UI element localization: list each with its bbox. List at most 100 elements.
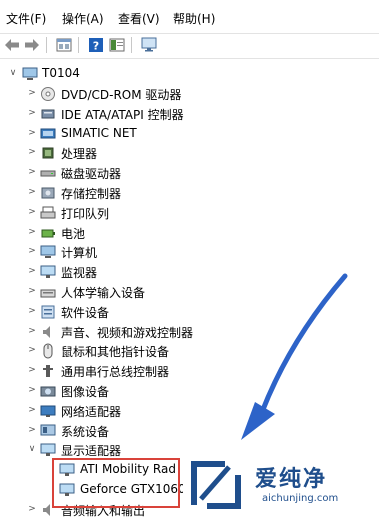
expand-chevron-icon[interactable]: >	[27, 246, 37, 256]
mouse-icon	[40, 343, 56, 359]
tree-item[interactable]: > 计算机	[0, 242, 379, 262]
display-adapter-icon	[40, 442, 56, 458]
system-device-icon	[40, 423, 56, 439]
tree-item-label: 系统设备	[61, 424, 110, 439]
expand-chevron-icon[interactable]: >	[27, 365, 37, 375]
software-device-icon	[40, 304, 56, 320]
ide-controller-icon	[40, 106, 56, 122]
tree-item-label: DVD/CD-ROM 驱动器	[61, 88, 182, 102]
expand-chevron-icon[interactable]: >	[27, 326, 37, 336]
tree-item-label: 电池	[61, 226, 86, 241]
tree-item[interactable]: > 存储控制器	[0, 183, 379, 203]
toolbar: ?	[0, 34, 379, 58]
tree-item-label: 存储控制器	[61, 187, 122, 201]
tree-item-label: 图像设备	[61, 385, 110, 399]
computer-icon	[22, 66, 38, 82]
properties-grid-icon[interactable]	[55, 36, 73, 54]
tree-item[interactable]: > 软件设备	[0, 302, 379, 322]
expand-chevron-icon[interactable]: >	[27, 187, 37, 197]
tree-item[interactable]: > 鼠标和其他指针设备	[0, 341, 379, 361]
device-tree: ∨ T0104 > DVD/CD-ROM 驱动器 > IDE ATA/ATAPI 控制…	[0, 60, 379, 518]
show-hidden-icon[interactable]	[108, 36, 126, 54]
tree-item-label: 鼠标和其他指针设备	[61, 345, 170, 360]
usb-icon	[40, 363, 56, 379]
collapse-chevron-icon[interactable]: ∨	[27, 444, 37, 454]
tree-item-label: 计算机	[61, 246, 98, 261]
menu-help[interactable]: 帮助(H)	[173, 10, 215, 27]
storage-controller-icon	[40, 185, 56, 201]
tree-item[interactable]: > 电池	[0, 223, 379, 243]
watermark-url: aichunjing.com	[262, 493, 339, 504]
toolbar-divider	[131, 37, 132, 53]
expand-chevron-icon[interactable]: >	[27, 385, 37, 395]
tree-root-label: T0104	[42, 66, 80, 80]
tree-item-label: 处理器	[61, 147, 98, 162]
tree-root[interactable]: ∨ T0104	[0, 64, 379, 84]
watermark-logo-icon	[191, 461, 241, 509]
watermark-brand: 爱纯净	[255, 467, 328, 492]
tree-item[interactable]: > 监视器	[0, 262, 379, 282]
dvd-drive-icon	[40, 86, 56, 102]
tree-item[interactable]: > 网络适配器	[0, 401, 379, 421]
tree-item[interactable]: > IDE ATA/ATAPI 控制器	[0, 104, 379, 124]
expand-chevron-icon[interactable]: >	[27, 207, 37, 217]
expand-chevron-icon[interactable]: >	[27, 266, 37, 276]
expand-chevron-icon[interactable]: >	[27, 227, 37, 237]
camera-icon	[40, 383, 56, 399]
collapse-chevron-icon[interactable]: ∨	[8, 68, 18, 78]
expand-chevron-icon[interactable]: >	[27, 345, 37, 355]
audio-icon	[40, 324, 56, 340]
expand-chevron-icon[interactable]: >	[27, 286, 37, 296]
svg-text:?: ?	[93, 40, 99, 53]
menu-file[interactable]: 文件(F)	[6, 10, 46, 27]
expand-chevron-icon[interactable]: >	[27, 88, 37, 98]
tree-item[interactable]: > 图像设备	[0, 381, 379, 401]
tree-item[interactable]: > DVD/CD-ROM 驱动器	[0, 84, 379, 104]
menu-view[interactable]: 查看(V)	[118, 10, 160, 27]
printer-icon	[40, 205, 56, 221]
tree-item[interactable]: > SIMATIC NET	[0, 124, 379, 144]
hid-icon	[40, 284, 56, 300]
expand-chevron-icon[interactable]: >	[27, 425, 37, 435]
tree-item-label: 软件设备	[61, 305, 110, 320]
forward-arrow-icon[interactable]	[23, 36, 41, 54]
expand-chevron-icon[interactable]: >	[27, 108, 37, 118]
tree-item[interactable]: > 声音、视频和游戏控制器	[0, 322, 379, 342]
highlight-box	[52, 458, 180, 508]
disk-drive-icon	[40, 165, 56, 181]
computer-icon	[40, 244, 56, 260]
tree-item-display-adapters-label: 显示适配器	[61, 444, 122, 459]
toolbar-divider	[46, 37, 47, 53]
menu-action[interactable]: 操作(A)	[62, 10, 104, 27]
toolbar-separator	[0, 58, 379, 59]
monitor-icon	[40, 264, 56, 280]
help-icon[interactable]: ?	[87, 36, 105, 54]
expand-chevron-icon[interactable]: >	[27, 147, 37, 157]
tree-item-label: 磁盘驱动器	[61, 167, 122, 182]
expand-chevron-icon[interactable]: >	[27, 405, 37, 415]
tree-item-label: 人体学输入设备	[61, 286, 146, 300]
network-icon	[40, 126, 56, 142]
tree-item-label: 监视器	[61, 266, 98, 281]
tree-item[interactable]: > 通用串行总线控制器	[0, 361, 379, 381]
expand-chevron-icon[interactable]: >	[27, 167, 37, 177]
network-adapter-icon	[40, 403, 56, 419]
toolbar-divider	[78, 37, 79, 53]
expand-chevron-icon[interactable]: >	[27, 504, 37, 514]
tree-item[interactable]: > 处理器	[0, 143, 379, 163]
tree-item[interactable]: > 打印队列	[0, 203, 379, 223]
tree-item-label: SIMATIC NET	[61, 125, 137, 140]
processor-icon	[40, 145, 56, 161]
tree-item[interactable]: > 磁盘驱动器	[0, 163, 379, 183]
tree-item-label: 声音、视频和游戏控制器	[61, 325, 194, 340]
back-arrow-icon[interactable]	[3, 36, 21, 54]
expand-chevron-icon[interactable]: >	[27, 306, 37, 316]
expand-chevron-icon[interactable]: >	[27, 128, 37, 138]
tree-item-label: 网络适配器	[61, 404, 122, 419]
tree-item-label: 通用串行总线控制器	[61, 365, 170, 380]
tree-item[interactable]: > 人体学输入设备	[0, 282, 379, 302]
scan-hardware-icon[interactable]	[140, 36, 158, 54]
menu-bar: 文件(F) 操作(A) 查看(V) 帮助(H)	[0, 0, 379, 34]
tree-item-label: IDE ATA/ATAPI 控制器	[61, 107, 184, 122]
tree-item[interactable]: > 系统设备	[0, 421, 379, 441]
